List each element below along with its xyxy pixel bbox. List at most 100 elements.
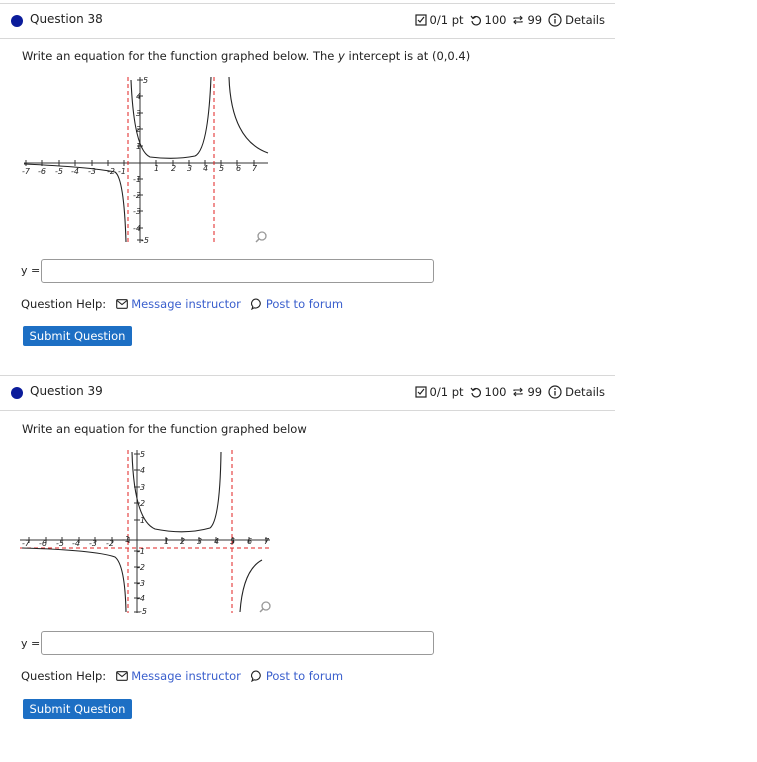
x-tick-label: 4 <box>214 537 219 546</box>
chat-bubble-icon <box>250 298 261 310</box>
function-graph: -7 -6 -5 -4 -3 -2 -1 1 2 3 4 5 6 7 5 4 3… <box>20 450 271 616</box>
x-tick-label: -2 <box>107 167 115 176</box>
y-tick-label: -2 <box>133 191 141 200</box>
checkbox-icon <box>414 14 427 26</box>
attempts-text: 99 <box>527 385 543 399</box>
y-tick-label: -1 <box>133 175 141 184</box>
question-header: Question 38 0/1 pt 100 99 Details <box>0 3 615 39</box>
x-tick-label: 5 <box>230 537 235 546</box>
retries-text: 100 <box>484 385 507 399</box>
x-tick-label: 6 <box>236 164 241 173</box>
question-status-dot <box>11 15 23 27</box>
y-tick-label: 5 <box>140 450 145 459</box>
x-tick-label: -4 <box>72 539 80 548</box>
details-toggle[interactable]: Details <box>548 385 605 399</box>
answer-input[interactable] <box>41 259 434 283</box>
post-to-forum-label: Post to forum <box>265 297 344 311</box>
details-toggle[interactable]: Details <box>548 13 605 27</box>
retries-text: 100 <box>484 13 507 27</box>
function-graph: -7 -6 -5 -4 -3 -2 -1 1 2 3 4 5 6 7 5 4 3… <box>22 76 269 245</box>
x-tick-label: 6 <box>247 537 252 546</box>
x-tick-label: 1 <box>164 537 169 546</box>
question-39: Question 39 0/1 pt 100 99 Details <box>0 375 615 411</box>
y-tick-label: 3 <box>136 109 141 118</box>
y-tick-label: 2 <box>140 499 145 508</box>
y-tick-label: 2 <box>136 125 141 134</box>
x-tick-label: -2 <box>106 539 114 548</box>
x-tick-label: -6 <box>39 539 47 548</box>
x-tick-label: -5 <box>55 167 63 176</box>
answer-label: y = <box>21 264 41 277</box>
chat-bubble-icon <box>250 670 261 682</box>
y-tick-label: -5 <box>139 607 147 616</box>
y-tick-label: 1 <box>136 142 141 151</box>
prompt-text: Write an equation for the function graph… <box>22 49 339 63</box>
graph-curve <box>21 547 127 613</box>
y-tick-label: -5 <box>141 236 149 245</box>
retry-icon <box>470 387 481 398</box>
mail-icon <box>116 671 129 681</box>
question-prompt: Write an equation for the function graph… <box>22 49 470 63</box>
prompt-text: Write an equation for the function graph… <box>22 422 307 436</box>
attempts-text: 99 <box>527 13 543 27</box>
question-title: Question 39 <box>30 384 103 398</box>
answer-label: y = <box>21 637 41 650</box>
help-label: Question Help: <box>21 669 107 683</box>
y-tick-label: -1 <box>137 547 145 556</box>
details-label: Details <box>565 13 605 27</box>
graph-curve <box>131 451 222 533</box>
prompt-text-end: intercept is at (0,0.4) <box>344 49 471 63</box>
y-tick-label: 4 <box>136 92 141 101</box>
help-label: Question Help: <box>21 297 107 311</box>
info-icon <box>548 385 562 399</box>
submit-question-button[interactable]: Submit Question <box>23 699 132 719</box>
message-instructor-link[interactable]: Message instructor <box>116 669 241 683</box>
x-tick-label: -1 <box>118 167 126 176</box>
y-tick-label: -4 <box>137 594 145 603</box>
message-instructor-label: Message instructor <box>131 297 241 311</box>
answer-input[interactable] <box>41 631 434 655</box>
x-tick-label: 4 <box>203 164 208 173</box>
x-tick-label: -3 <box>89 539 97 548</box>
question-title: Question 38 <box>30 12 103 26</box>
x-tick-label: 7 <box>252 164 258 173</box>
x-tick-label: 3 <box>197 537 202 546</box>
y-tick-label: -3 <box>133 207 141 216</box>
y-tick-label: -3 <box>137 579 145 588</box>
magnifier-icon[interactable] <box>259 601 271 613</box>
details-label: Details <box>565 385 605 399</box>
x-tick-label: 3 <box>187 164 192 173</box>
x-tick-label: -1 <box>122 535 130 544</box>
y-tick-label: 3 <box>140 483 145 492</box>
graph-curve <box>228 76 269 154</box>
message-instructor-link[interactable]: Message instructor <box>116 297 241 311</box>
x-tick-label: -4 <box>71 167 79 176</box>
attempts-icon <box>513 387 524 397</box>
y-tick-label: -4 <box>133 224 141 233</box>
y-tick-label: -2 <box>137 563 145 572</box>
y-tick-label: 1 <box>140 516 145 525</box>
graph-curve <box>239 559 263 613</box>
magnifier-icon[interactable] <box>255 231 267 243</box>
attempts-icon <box>513 15 524 25</box>
y-tick-label: 5 <box>143 76 148 85</box>
score-text: 0/1 pt <box>429 385 464 399</box>
submit-question-button[interactable]: Submit Question <box>23 326 132 346</box>
question-prompt: Write an equation for the function graph… <box>22 422 307 436</box>
x-tick-label: -6 <box>38 167 46 176</box>
checkbox-icon <box>414 386 427 398</box>
x-tick-label: -5 <box>56 539 64 548</box>
x-tick-label: -3 <box>88 167 96 176</box>
score-text: 0/1 pt <box>429 13 464 27</box>
x-tick-label: 2 <box>180 537 185 546</box>
post-to-forum-link[interactable]: Post to forum <box>250 297 344 311</box>
x-tick-label: -7 <box>22 167 31 176</box>
question-header: Question 39 0/1 pt 100 99 Details <box>0 375 615 411</box>
x-tick-label: -7 <box>22 539 31 548</box>
x-tick-label: 2 <box>171 164 176 173</box>
post-to-forum-link[interactable]: Post to forum <box>250 669 343 683</box>
x-tick-label: 1 <box>154 164 159 173</box>
question-status-dot <box>11 387 23 399</box>
question-help: Question Help: Message instructor Post t… <box>21 297 343 311</box>
question-meta: 0/1 pt 100 99 Details <box>412 13 605 27</box>
